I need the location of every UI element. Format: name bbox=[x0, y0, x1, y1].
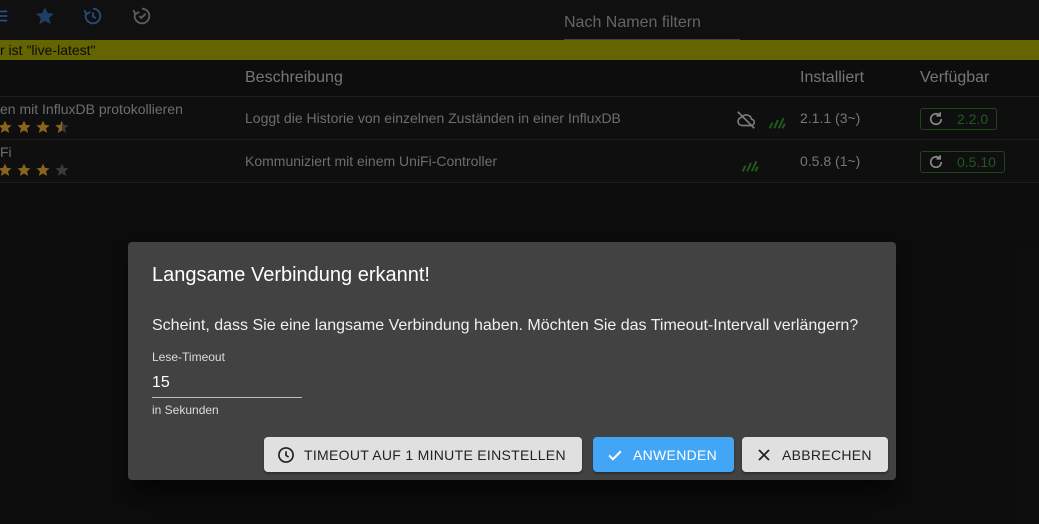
close-icon bbox=[758, 448, 770, 461]
read-timeout-helper: in Sekunden bbox=[152, 403, 219, 417]
set-timeout-1-minute-button[interactable]: TIMEOUT AUF 1 MINUTE EINSTELLEN bbox=[264, 437, 582, 472]
apply-label: ANWENDEN bbox=[633, 446, 718, 463]
dialog-message: Scheint, dass Sie eine langsame Verbindu… bbox=[152, 317, 859, 334]
dialog-title: Langsame Verbindung erkannt! bbox=[152, 264, 430, 286]
slow-connection-dialog: Langsame Verbindung erkannt! Scheint, da… bbox=[128, 242, 896, 480]
cancel-button[interactable]: ABBRECHEN bbox=[742, 437, 888, 472]
clock-icon bbox=[278, 446, 294, 463]
read-timeout-input[interactable] bbox=[152, 368, 302, 398]
check-icon bbox=[608, 450, 622, 461]
set-timeout-label: TIMEOUT AUF 1 MINUTE EINSTELLEN bbox=[304, 446, 566, 463]
read-timeout-label: Lese-Timeout bbox=[152, 350, 225, 364]
cancel-label: ABBRECHEN bbox=[782, 446, 872, 463]
apply-button[interactable]: ANWENDEN bbox=[593, 437, 734, 472]
